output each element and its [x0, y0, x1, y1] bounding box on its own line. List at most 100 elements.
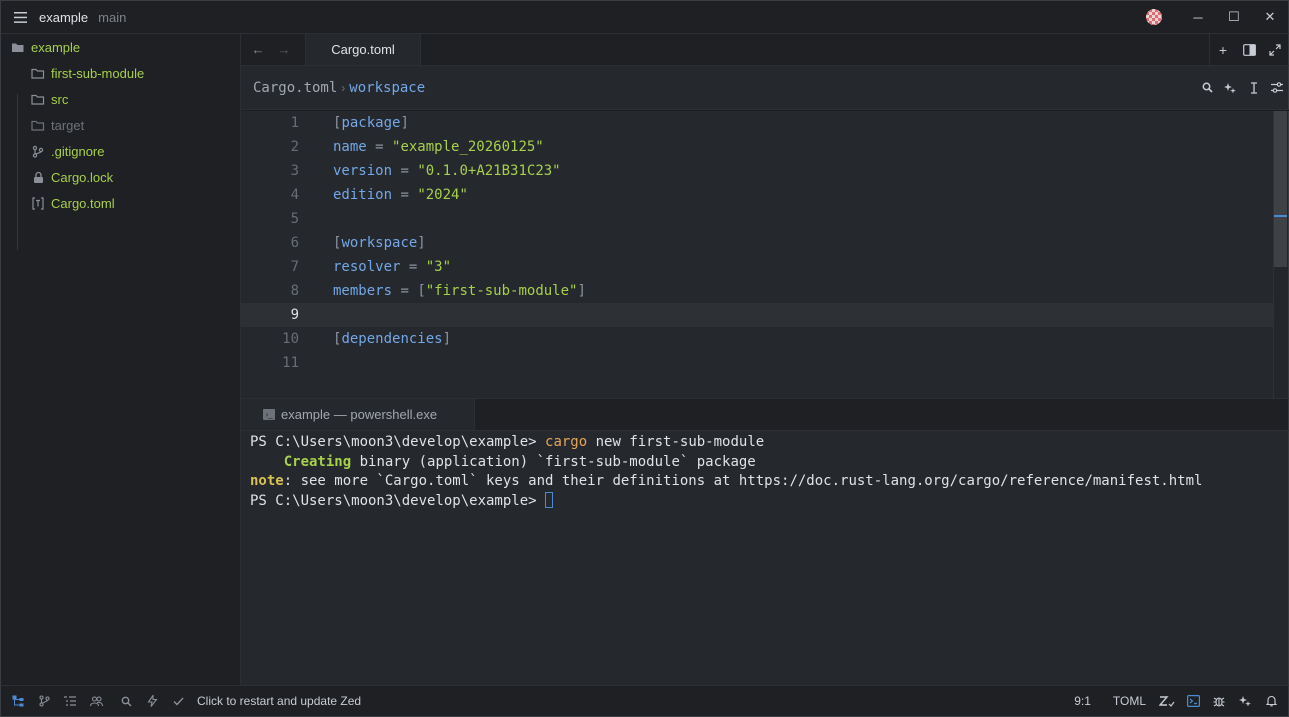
toml-section: workspace: [341, 235, 418, 251]
scrollbar-cursor-marker: [1274, 215, 1287, 217]
settings-sliders-icon[interactable]: [1265, 82, 1288, 93]
terminal-note: note: [250, 473, 284, 489]
language-selector[interactable]: TOML: [1113, 694, 1146, 708]
code-line[interactable]: 1 [package]: [241, 111, 1273, 135]
tree-item-first-sub-module[interactable]: first-sub-module: [1, 60, 240, 86]
toml-key: version: [333, 163, 393, 179]
breadcrumb-separator-icon: ›: [341, 80, 346, 95]
line-number: 1: [290, 115, 299, 131]
scrollbar-thumb[interactable]: [1274, 111, 1287, 267]
breadcrumb-section[interactable]: workspace: [349, 80, 425, 96]
project-name-button[interactable]: example: [39, 10, 88, 25]
code-line-active[interactable]: 9: [241, 303, 1273, 327]
breadcrumb-file[interactable]: Cargo.toml: [253, 80, 337, 96]
update-button[interactable]: Click to restart and update Zed: [197, 694, 361, 708]
toml-file-icon: [31, 196, 45, 210]
tree-item-cargo-toml[interactable]: Cargo.toml: [1, 190, 240, 216]
new-tab-plus-icon[interactable]: +: [1210, 34, 1236, 65]
terminal-line: Creating binary (application) `first-sub…: [250, 453, 1279, 473]
toml-key: name: [333, 139, 367, 155]
tree-root-example[interactable]: example: [1, 34, 240, 60]
assistant-sparkle-icon[interactable]: [1219, 82, 1242, 94]
editor-scrollbar[interactable]: [1273, 111, 1288, 398]
code-line[interactable]: 10 [dependencies]: [241, 327, 1273, 351]
tree-item-target[interactable]: target: [1, 112, 240, 138]
git-branch-icon[interactable]: [31, 691, 57, 711]
tree-item-label: .gitignore: [51, 143, 105, 159]
terminal-cursor: [545, 491, 554, 508]
outline-list-icon[interactable]: [57, 691, 83, 711]
line-number: 3: [290, 163, 299, 179]
split-pane-icon[interactable]: [1236, 34, 1262, 65]
terminal-line: PS C:\Users\moon3\develop\example> cargo…: [250, 433, 1279, 453]
terminal-note-rest: : see more `Cargo.toml` keys and their d…: [283, 473, 1203, 489]
tree-item-label: target: [51, 117, 85, 133]
code-line[interactable]: 6 [workspace]: [241, 231, 1273, 255]
toml-value: "2024": [417, 187, 468, 203]
forward-arrow-icon[interactable]: →: [271, 34, 297, 65]
status-bar: Click to restart and update Zed 9:1 TOML: [0, 685, 1289, 717]
terminal-line: note: see more `Cargo.toml` keys and the…: [250, 472, 1279, 492]
tree-item-src[interactable]: src: [1, 86, 240, 112]
line-number: 9: [290, 307, 299, 323]
branch-name-button[interactable]: main: [98, 10, 126, 25]
terminal-prompt: PS C:\Users\moon3\develop\example>: [250, 434, 546, 450]
user-avatar[interactable]: [1146, 9, 1162, 25]
tree-item-label: src: [51, 91, 69, 107]
minimize-button[interactable]: ─: [1180, 0, 1216, 34]
toml-value: "0.1.0+A21B31C23": [417, 163, 561, 179]
close-button[interactable]: ✕: [1252, 0, 1288, 34]
code-line[interactable]: 7 resolver = "3": [241, 255, 1273, 279]
terminal-creating-rest: binary (application) `first-sub-module` …: [351, 453, 756, 470]
toml-value: "example_20260125": [392, 139, 544, 155]
edit-prediction-icon[interactable]: [1154, 691, 1180, 711]
line-number: 5: [290, 211, 299, 227]
cursor-position[interactable]: 9:1: [1074, 694, 1091, 708]
code-editor[interactable]: 1 [package] 2 name = "example_20260125" …: [241, 111, 1289, 398]
terminal-toggle-icon[interactable]: [1180, 691, 1206, 711]
tree-root-label: example: [31, 39, 81, 55]
code-line[interactable]: 11: [241, 351, 1273, 375]
lock-icon: [31, 170, 45, 184]
terminal-command: cargo: [545, 434, 588, 450]
folder-icon: [31, 118, 45, 132]
terminal-command-args: new first-sub-module: [587, 434, 765, 450]
text-cursor-icon[interactable]: [1242, 81, 1265, 94]
code-line[interactable]: 2 name = "example_20260125": [241, 135, 1273, 159]
tree-item-label: Cargo.toml: [51, 195, 115, 211]
toml-key: resolver: [333, 259, 401, 275]
project-panel-toggle-icon[interactable]: [5, 691, 31, 711]
line-number: 8: [290, 283, 299, 299]
project-panel: example first-sub-module src target .git…: [0, 34, 241, 685]
code-line[interactable]: 8 members = ["first-sub-module"]: [241, 279, 1273, 303]
tree-item-label: first-sub-module: [51, 65, 145, 81]
terminal-prompt: PS C:\Users\moon3\develop\example>: [250, 492, 546, 509]
code-line[interactable]: 4 edition = "2024": [241, 183, 1273, 207]
tab-cargo-toml[interactable]: Cargo.toml: [305, 34, 421, 65]
collaborators-icon[interactable]: [83, 691, 109, 711]
terminal-tab-label: example — powershell.exe: [281, 407, 438, 422]
toml-key: edition: [333, 187, 393, 203]
search-icon[interactable]: [1196, 82, 1219, 93]
folder-icon: [31, 92, 45, 106]
terminal-icon: ›_: [263, 409, 275, 420]
code-line[interactable]: 5: [241, 207, 1273, 231]
maximize-button[interactable]: ☐: [1216, 0, 1252, 34]
tree-item-gitignore[interactable]: .gitignore: [1, 138, 240, 164]
code-line[interactable]: 3 version = "0.1.0+A21B31C23": [241, 159, 1273, 183]
maximize-pane-icon[interactable]: [1262, 34, 1288, 65]
line-number: 4: [290, 187, 299, 203]
lightning-icon[interactable]: [139, 691, 165, 711]
terminal-panel[interactable]: PS C:\Users\moon3\develop\example> cargo…: [241, 431, 1289, 685]
line-number: 10: [282, 331, 299, 347]
notification-bell-icon[interactable]: [1258, 691, 1284, 711]
tab-terminal[interactable]: ›_ example — powershell.exe: [241, 399, 475, 430]
hamburger-menu-icon[interactable]: [1, 0, 39, 34]
assistant-sparkle-icon[interactable]: [1232, 691, 1258, 711]
folder-icon: [31, 66, 45, 80]
debug-bug-icon[interactable]: [1206, 691, 1232, 711]
search-icon[interactable]: [113, 691, 139, 711]
tree-item-cargo-lock[interactable]: Cargo.lock: [1, 164, 240, 190]
check-icon[interactable]: [165, 691, 191, 711]
back-arrow-icon[interactable]: ←: [245, 34, 271, 65]
